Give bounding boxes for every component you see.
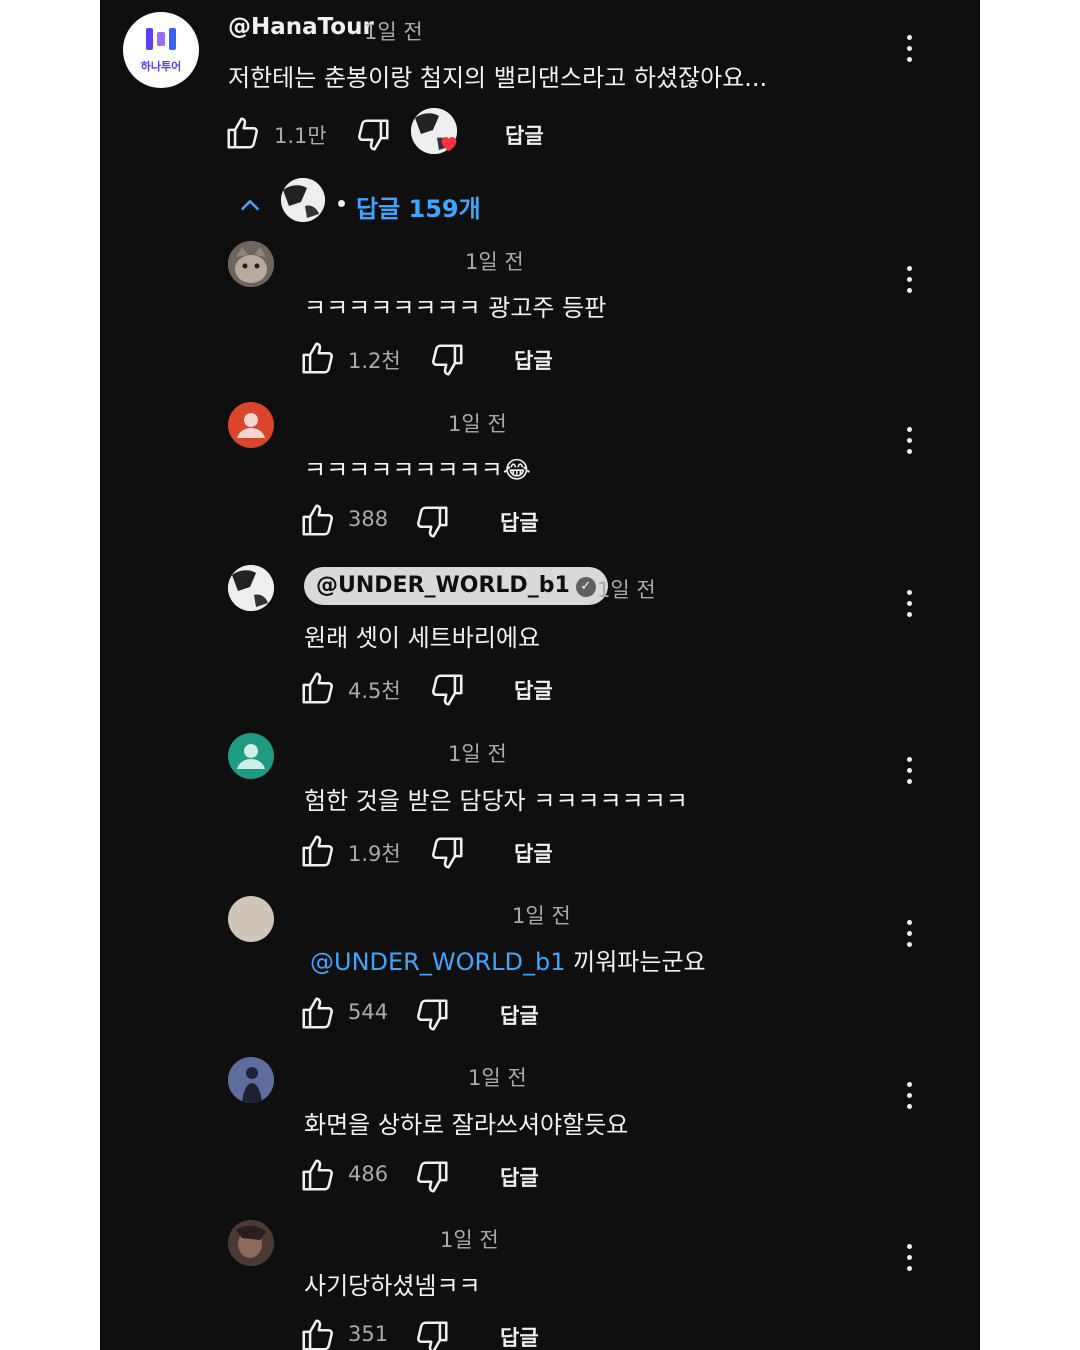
heart-icon [441,137,457,152]
dislike-icon[interactable] [413,996,451,1034]
separator-dot [338,200,345,207]
reply-time: 1일 전 [512,904,571,928]
verified-icon: ✓ [575,577,596,597]
reply-button[interactable]: 답글 [500,1000,539,1030]
reply-text-body: 끼워파는군요 [565,948,706,976]
reply-text: 원래 셋이 세트바리에요 [304,624,541,652]
reply-time: 1일 전 [468,1066,527,1090]
reply-text: ㅋㅋㅋㅋㅋㅋㅋㅋ 광고주 등판 [304,294,607,322]
like-icon[interactable] [299,1156,337,1194]
replier-avatar [281,178,325,222]
reply-button[interactable]: 답글 [514,675,553,705]
more-vert-icon[interactable] [894,1077,924,1117]
reply-button[interactable]: 답글 [505,120,544,150]
like-count: 351 [348,1322,389,1346]
comment-author[interactable]: @HanaTour [228,14,374,40]
more-vert-icon[interactable] [894,422,924,462]
like-icon[interactable] [299,832,337,870]
reply-text: 화면을 상하로 잘라쓰셔야할듯요 [304,1111,629,1139]
more-vert-icon[interactable] [894,1239,924,1279]
dislike-icon[interactable] [413,503,451,541]
like-icon[interactable] [299,994,337,1032]
like-icon[interactable] [299,669,337,707]
reply-text: @UNDER_WORLD_b1 끼워파는군요 [310,942,706,977]
like-count: 544 [348,1000,389,1024]
chevron-up-icon[interactable] [236,192,264,220]
more-vert-icon[interactable] [894,261,924,301]
reply-avatar[interactable] [228,565,274,611]
like-icon[interactable] [224,114,262,152]
laughing-emoji: 😂 [502,456,531,484]
reply-time: 1일 전 [597,578,656,602]
dislike-icon[interactable] [413,1158,451,1196]
reply-time: 1일 전 [448,742,507,766]
reply-text: 험한 것을 받은 담당자 ㅋㅋㅋㅋㅋㅋㅋ [304,787,688,815]
reply-button[interactable]: 답글 [500,507,539,537]
reply-avatar[interactable] [228,241,274,287]
dislike-icon[interactable] [428,671,466,709]
dislike-icon[interactable] [413,1318,451,1350]
reply-text: 사기당하셨넴ㅋㅋ [304,1272,481,1300]
reply-avatar[interactable] [228,1057,274,1103]
more-vert-icon[interactable] [894,30,924,70]
reply-time: 1일 전 [465,250,524,274]
reply-avatar[interactable] [228,1220,274,1266]
more-vert-icon[interactable] [894,752,924,792]
reply-time: 1일 전 [440,1228,499,1252]
creator-author-chip[interactable]: @UNDER_WORLD_b1 ✓ [304,567,608,605]
like-count: 486 [348,1162,389,1186]
reply-button[interactable]: 답글 [514,345,553,375]
like-count: 1.2천 [348,349,401,373]
comments-panel: 하나투어 @HanaTour 1일 전 저한테는 춘봉이랑 첨지의 밸리댄스라고… [100,0,980,1350]
dislike-icon[interactable] [428,341,466,379]
reply-time: 1일 전 [448,412,507,436]
hanatour-logo-icon [146,28,176,50]
more-vert-icon[interactable] [894,915,924,955]
reply-avatar[interactable] [228,733,274,779]
dislike-icon[interactable] [428,834,466,872]
hanatour-avatar[interactable]: 하나투어 [123,12,199,88]
more-vert-icon[interactable] [894,585,924,625]
like-count: 1.1만 [274,124,327,148]
comment-time: 1일 전 [364,20,423,44]
comment-text: 저한테는 춘봉이랑 첨지의 밸리댄스라고 하셨잖아요... [228,64,768,92]
reply-avatar[interactable] [228,896,274,942]
like-icon[interactable] [299,339,337,377]
reply-text-body: ㅋㅋㅋㅋㅋㅋㅋㅋㅋ [304,456,503,484]
mention-link[interactable]: @UNDER_WORLD_b1 [310,948,566,976]
replies-toggle[interactable]: 답글 159개 [356,189,481,224]
like-icon[interactable] [299,501,337,539]
reply-author: @UNDER_WORLD_b1 [316,573,570,598]
like-count: 4.5천 [348,679,401,703]
hanatour-logo-text: 하나투어 [140,60,182,73]
like-count: 388 [348,507,389,531]
dislike-icon[interactable] [354,116,392,154]
reply-button[interactable]: 답글 [514,838,553,868]
reply-avatar[interactable] [228,402,274,448]
like-count: 1.9천 [348,842,401,866]
reply-button[interactable]: 답글 [500,1162,539,1192]
reply-button[interactable]: 답글 [500,1322,539,1350]
reply-text: ㅋㅋㅋㅋㅋㅋㅋㅋㅋ😂 [304,450,531,485]
like-icon[interactable] [299,1316,337,1350]
